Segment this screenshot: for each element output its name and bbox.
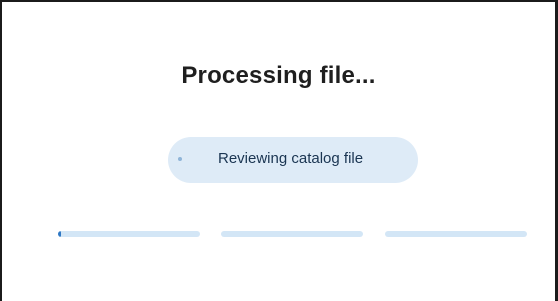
processing-dialog: Processing file... Reviewing catalog fil…	[0, 0, 558, 301]
progress-step-2	[221, 231, 363, 237]
progress-step-1	[58, 231, 200, 237]
dialog-title: Processing file...	[181, 62, 376, 89]
loading-spinner-icon	[178, 157, 182, 161]
status-text: Reviewing catalog file	[218, 150, 364, 167]
progress-step-1-fill	[58, 231, 61, 237]
progress-step-3	[385, 231, 527, 237]
